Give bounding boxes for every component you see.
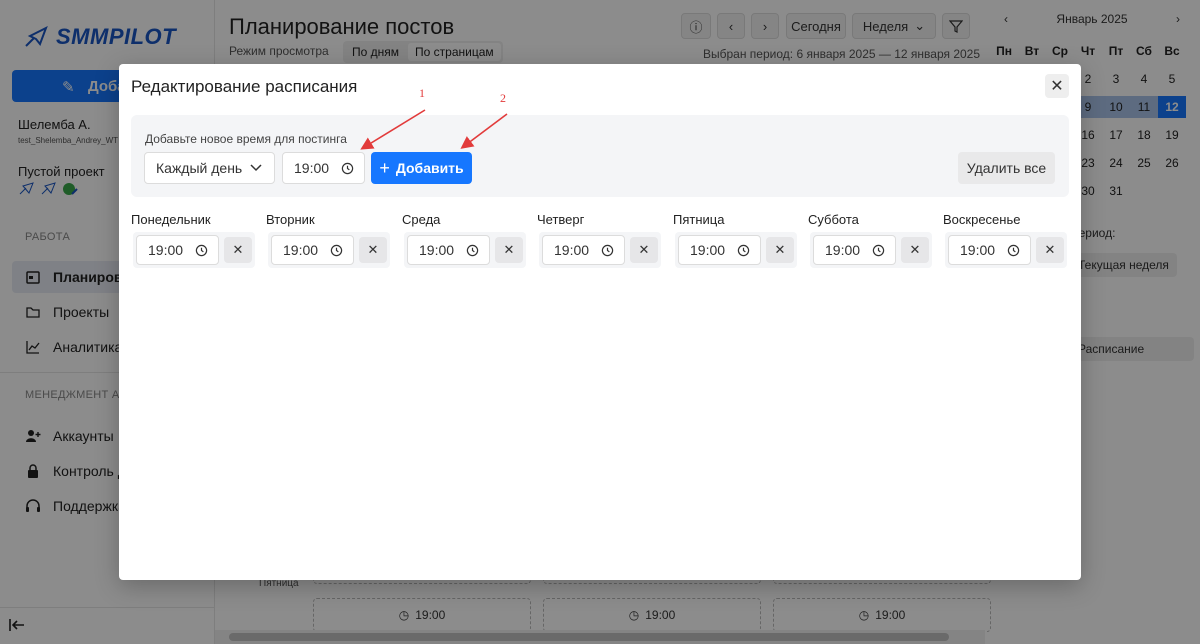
day-time-row: 19:00 ✕: [810, 232, 932, 268]
clock-icon: [195, 244, 208, 256]
day-time-row: 19:00 ✕: [268, 232, 390, 268]
clock-icon: [737, 244, 750, 256]
clock-icon: [872, 244, 885, 256]
clock-icon: [601, 244, 614, 256]
remove-time-button[interactable]: ✕: [901, 237, 929, 263]
add-time-button-label: Добавить: [395, 160, 464, 176]
day-time-row: 19:00 ✕: [539, 232, 661, 268]
remove-time-button[interactable]: ✕: [224, 237, 252, 263]
add-time-button[interactable]: + Добавить: [371, 152, 472, 184]
day-label: Пятница: [673, 212, 725, 227]
annotation-label: 2: [500, 91, 506, 105]
remove-time-button[interactable]: ✕: [630, 237, 658, 263]
close-icon: ✕: [774, 242, 786, 257]
day-time-input[interactable]: 19:00: [678, 235, 761, 265]
chevron-down-icon: [250, 164, 262, 172]
add-time-label: Добавьте новое время для постинга: [145, 132, 347, 146]
day-column: Вторник 19:00 ✕: [266, 212, 390, 268]
clock-icon: [341, 162, 354, 174]
add-time-panel: Добавьте новое время для постинга Каждый…: [131, 115, 1069, 197]
day-time-input[interactable]: 19:00: [813, 235, 896, 265]
delete-all-button[interactable]: Удалить все: [958, 152, 1055, 184]
day-time-value: 19:00: [825, 242, 861, 258]
day-time-value: 19:00: [960, 242, 996, 258]
day-time-row: 19:00 ✕: [404, 232, 526, 268]
close-icon: ✕: [1050, 78, 1064, 95]
edit-schedule-modal: Редактирование расписания ✕ Добавьте нов…: [119, 64, 1081, 580]
day-column: Пятница 19:00 ✕: [673, 212, 797, 268]
close-icon: ✕: [638, 242, 650, 257]
day-label: Воскресенье: [943, 212, 1021, 227]
day-label: Среда: [402, 212, 441, 227]
day-time-row: 19:00 ✕: [675, 232, 797, 268]
plus-icon: +: [379, 157, 390, 178]
day-column: Понедельник 19:00 ✕: [131, 212, 255, 268]
close-icon: ✕: [367, 242, 379, 257]
day-label: Суббота: [808, 212, 859, 227]
close-icon: ✕: [1044, 242, 1056, 257]
day-time-value: 19:00: [690, 242, 726, 258]
day-label: Четверг: [537, 212, 585, 227]
remove-time-button[interactable]: ✕: [359, 237, 387, 263]
remove-time-button[interactable]: ✕: [1036, 237, 1064, 263]
day-column: Воскресенье 19:00 ✕: [943, 212, 1067, 268]
day-time-value: 19:00: [283, 242, 319, 258]
day-column: Суббота 19:00 ✕: [808, 212, 932, 268]
clock-icon: [330, 244, 343, 256]
day-time-value: 19:00: [554, 242, 590, 258]
frequency-select-value: Каждый день: [156, 160, 243, 176]
new-time-input[interactable]: 19:00: [282, 152, 365, 184]
day-time-input[interactable]: 19:00: [948, 235, 1031, 265]
day-time-row: 19:00 ✕: [945, 232, 1067, 268]
close-icon: ✕: [503, 242, 515, 257]
remove-time-button[interactable]: ✕: [766, 237, 794, 263]
remove-time-button[interactable]: ✕: [495, 237, 523, 263]
modal-title: Редактирование расписания: [131, 77, 358, 96]
day-label: Понедельник: [131, 212, 211, 227]
clock-icon: [1007, 244, 1020, 256]
day-time-input[interactable]: 19:00: [136, 235, 219, 265]
day-time-row: 19:00 ✕: [133, 232, 255, 268]
clock-icon: [466, 244, 479, 256]
day-time-value: 19:00: [148, 242, 184, 258]
annotation-label: 1: [419, 86, 425, 100]
day-column: Среда 19:00 ✕: [402, 212, 526, 268]
close-icon: ✕: [232, 242, 244, 257]
close-icon: ✕: [909, 242, 921, 257]
day-time-input[interactable]: 19:00: [271, 235, 354, 265]
day-column: Четверг 19:00 ✕: [537, 212, 661, 268]
day-time-value: 19:00: [419, 242, 455, 258]
day-time-input[interactable]: 19:00: [542, 235, 625, 265]
day-time-input[interactable]: 19:00: [407, 235, 490, 265]
day-label: Вторник: [266, 212, 315, 227]
frequency-select[interactable]: Каждый день: [144, 152, 275, 184]
modal-close-button[interactable]: ✕: [1045, 74, 1069, 98]
new-time-value: 19:00: [294, 160, 330, 176]
